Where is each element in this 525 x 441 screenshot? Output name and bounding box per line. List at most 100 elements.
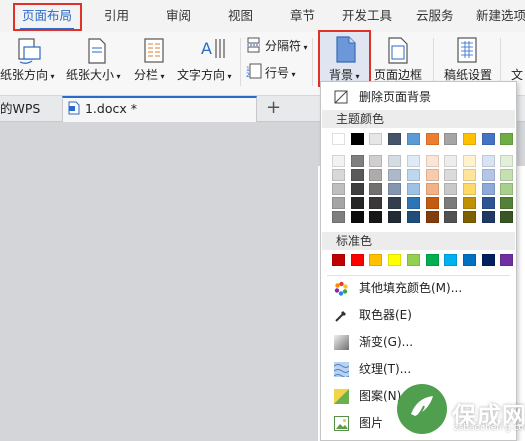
theme-shade-swatch[interactable] (369, 211, 383, 223)
theme-shade-swatch[interactable] (350, 169, 364, 181)
theme-shade-swatch[interactable] (350, 155, 364, 167)
theme-color-swatch[interactable] (350, 133, 364, 145)
theme-shade-swatch[interactable] (462, 183, 476, 195)
paper-orientation-icon[interactable] (16, 38, 42, 66)
theme-shade-swatch[interactable] (481, 183, 495, 195)
document-tab-prev[interactable]: 的WPS (0, 96, 40, 122)
new-tab-button[interactable]: + (266, 96, 281, 122)
theme-shade-swatch[interactable] (444, 197, 458, 209)
tab-chapter[interactable]: 章节 (290, 0, 315, 32)
theme-shade-swatch[interactable] (500, 211, 514, 223)
text-direction-button[interactable]: 文字方向 ▾ (177, 66, 232, 83)
theme-shade-swatch[interactable] (500, 197, 514, 209)
document-tab-active[interactable]: 1.docx * (62, 96, 257, 122)
theme-shade-swatch[interactable] (425, 169, 439, 181)
theme-shade-swatch[interactable] (388, 183, 402, 195)
standard-color-swatch[interactable] (500, 254, 514, 266)
theme-color-swatch[interactable] (500, 133, 514, 145)
theme-shade-swatch[interactable] (332, 211, 345, 223)
theme-shade-swatch[interactable] (332, 183, 345, 195)
theme-shade-swatch[interactable] (369, 169, 383, 181)
theme-shade-swatch[interactable] (462, 169, 476, 181)
theme-shade-swatch[interactable] (462, 155, 476, 167)
line-number-button[interactable]: 行号 ▾ (265, 64, 296, 81)
theme-color-swatch[interactable] (369, 133, 383, 145)
tab-review[interactable]: 审阅 (166, 0, 191, 32)
theme-color-swatch[interactable] (481, 133, 495, 145)
theme-shade-swatch[interactable] (500, 155, 514, 167)
standard-color-swatch[interactable] (332, 254, 345, 266)
theme-shade-swatch[interactable] (406, 197, 420, 209)
theme-shade-swatch[interactable] (481, 169, 495, 181)
theme-shade-swatch[interactable] (350, 183, 364, 195)
theme-shade-swatch[interactable] (500, 183, 514, 195)
theme-shade-swatch[interactable] (332, 197, 345, 209)
theme-shade-swatch[interactable] (444, 183, 458, 195)
theme-shade-swatch[interactable] (425, 211, 439, 223)
theme-shade-swatch[interactable] (332, 169, 345, 181)
tab-new-options[interactable]: 新建选项 (476, 0, 525, 32)
theme-shade-swatch[interactable] (369, 197, 383, 209)
theme-shade-swatch[interactable] (406, 183, 420, 195)
tab-cloud[interactable]: 云服务 (416, 0, 454, 32)
tab-developer[interactable]: 开发工具 (342, 0, 392, 32)
paper-size-icon[interactable] (85, 38, 109, 66)
theme-color-swatch[interactable] (332, 133, 345, 145)
texture-item[interactable]: 纹理(T)... (321, 356, 516, 383)
theme-shade-swatch[interactable] (500, 169, 514, 181)
theme-shade-swatch[interactable] (444, 211, 458, 223)
theme-shade-swatch[interactable] (388, 169, 402, 181)
theme-shade-swatch[interactable] (444, 169, 458, 181)
line-number-icon[interactable]: 12 (246, 63, 262, 79)
standard-color-swatch[interactable] (388, 254, 402, 266)
remove-background-item[interactable]: 删除页面背景 (321, 84, 516, 111)
theme-shade-swatch[interactable] (481, 197, 495, 209)
standard-color-swatch[interactable] (425, 254, 439, 266)
theme-shade-swatch[interactable] (388, 155, 402, 167)
paper-orientation-button[interactable]: 纸张方向 ▾ (0, 66, 55, 83)
theme-shade-swatch[interactable] (388, 211, 402, 223)
theme-color-swatch[interactable] (406, 133, 420, 145)
tab-references[interactable]: 引用 (104, 0, 129, 32)
standard-color-swatch[interactable] (369, 254, 383, 266)
theme-shade-swatch[interactable] (369, 155, 383, 167)
theme-shade-swatch[interactable] (406, 155, 420, 167)
theme-shade-swatch[interactable] (350, 197, 364, 209)
theme-shade-swatch[interactable] (388, 197, 402, 209)
theme-shade-swatch[interactable] (462, 197, 476, 209)
more-colors-item[interactable]: 其他填充颜色(M)... (321, 275, 516, 302)
standard-color-swatch[interactable] (444, 254, 458, 266)
theme-color-swatch[interactable] (462, 133, 476, 145)
theme-color-swatch[interactable] (444, 133, 458, 145)
standard-color-swatch[interactable] (406, 254, 420, 266)
background-icon[interactable] (335, 36, 357, 64)
theme-shade-swatch[interactable] (350, 211, 364, 223)
theme-shade-swatch[interactable] (406, 211, 420, 223)
standard-color-swatch[interactable] (481, 254, 495, 266)
color-picker-item[interactable]: 取色器(E) (321, 302, 516, 329)
text-direction-icon[interactable]: A (198, 36, 226, 64)
theme-shade-swatch[interactable] (462, 211, 476, 223)
theme-shade-swatch[interactable] (444, 155, 458, 167)
theme-shade-swatch[interactable] (481, 211, 495, 223)
standard-color-swatch[interactable] (350, 254, 364, 266)
columns-button[interactable]: 分栏 ▾ (134, 66, 165, 83)
theme-shade-swatch[interactable] (369, 183, 383, 195)
theme-shade-swatch[interactable] (332, 155, 345, 167)
theme-shade-swatch[interactable] (406, 169, 420, 181)
separator-button[interactable]: 分隔符 ▾ (265, 37, 308, 54)
theme-shade-swatch[interactable] (481, 155, 495, 167)
theme-shade-swatch[interactable] (425, 197, 439, 209)
theme-color-swatch[interactable] (425, 133, 439, 145)
theme-shade-swatch[interactable] (425, 183, 439, 195)
separator-icon[interactable] (246, 37, 262, 53)
theme-shade-swatch[interactable] (425, 155, 439, 167)
manuscript-icon[interactable] (456, 37, 478, 65)
columns-icon[interactable] (142, 38, 166, 66)
gradient-item[interactable]: 渐变(G)... (321, 329, 516, 356)
page-border-icon[interactable] (387, 37, 409, 65)
tab-view[interactable]: 视图 (228, 0, 253, 32)
standard-color-swatch[interactable] (462, 254, 476, 266)
theme-color-swatch[interactable] (388, 133, 402, 145)
paper-size-button[interactable]: 纸张大小 ▾ (66, 66, 121, 83)
